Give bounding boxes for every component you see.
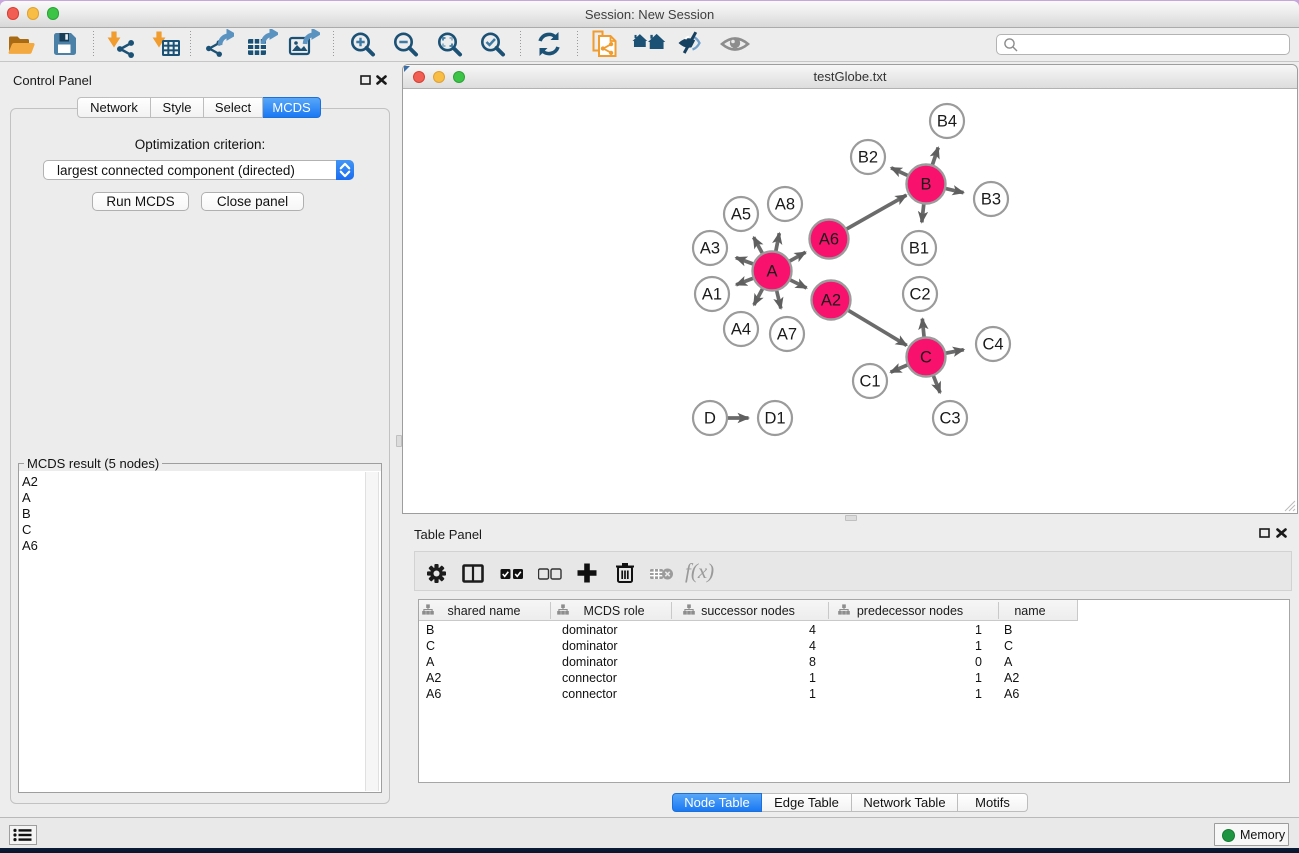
- svg-text:A8: A8: [775, 196, 795, 214]
- svg-text:C3: C3: [939, 410, 960, 428]
- svg-text:C1: C1: [859, 373, 880, 391]
- svg-text:C: C: [920, 349, 932, 367]
- svg-text:B2: B2: [858, 149, 878, 167]
- svg-text:D1: D1: [764, 410, 785, 428]
- svg-text:B: B: [920, 176, 931, 194]
- svg-text:A4: A4: [731, 321, 751, 339]
- svg-text:A1: A1: [702, 286, 722, 304]
- svg-text:A7: A7: [777, 326, 797, 344]
- svg-text:A6: A6: [819, 231, 839, 249]
- svg-text:C4: C4: [982, 336, 1003, 354]
- svg-text:B1: B1: [909, 240, 929, 258]
- svg-text:A5: A5: [731, 206, 751, 224]
- svg-text:B4: B4: [937, 113, 957, 131]
- svg-text:B3: B3: [981, 191, 1001, 209]
- svg-text:A2: A2: [821, 292, 841, 310]
- svg-text:D: D: [704, 410, 716, 428]
- svg-text:A: A: [766, 263, 777, 281]
- svg-text:C2: C2: [909, 286, 930, 304]
- svg-text:A3: A3: [700, 240, 720, 258]
